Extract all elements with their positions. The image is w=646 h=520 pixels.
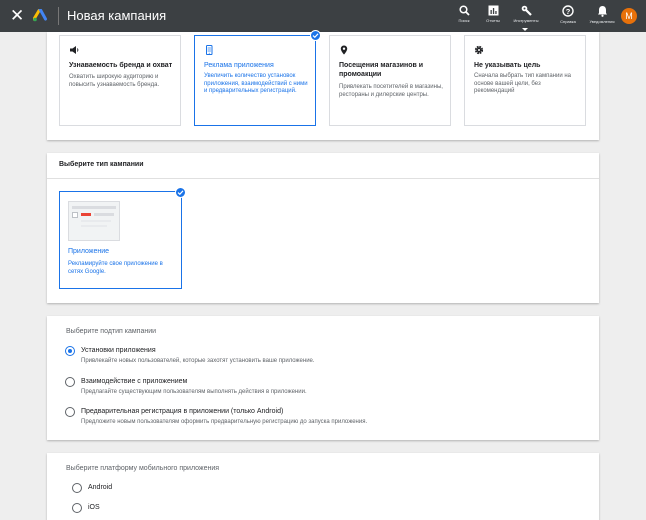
tools-icon	[521, 5, 532, 16]
goal-title: Не указывать цель	[474, 62, 541, 69]
goal-card-brand-awareness[interactable]: Узнаваемость бренда и охват Охватить шир…	[59, 35, 181, 126]
tools-active-caret	[522, 28, 528, 31]
reports-button[interactable]: Отчеты	[476, 5, 510, 24]
top-bar: ✕ Новая кампания Поиск Отчеты Инструмент…	[0, 0, 646, 32]
radio-button[interactable]	[72, 483, 82, 493]
campaign-type-title: Приложение	[68, 248, 110, 255]
illustration-bar	[72, 206, 116, 209]
illustration-box	[72, 212, 78, 218]
illustration-line	[81, 225, 107, 227]
search-icon	[458, 5, 470, 16]
tools-button[interactable]: Инструменты	[509, 5, 543, 24]
avatar[interactable]: М	[621, 8, 637, 24]
help-icon: ?	[562, 5, 574, 17]
radio-label: iOS	[88, 504, 100, 511]
bell-icon	[597, 6, 607, 17]
radio-button[interactable]	[65, 377, 75, 387]
megaphone-icon	[70, 46, 79, 54]
radio-label: Предварительная регистрация в приложении…	[81, 408, 284, 415]
page-title: Новая кампания	[67, 8, 167, 23]
header-divider	[58, 7, 59, 25]
radio-description: Привлекайте новых пользователей, которые…	[81, 358, 315, 364]
close-icon[interactable]: ✕	[10, 7, 24, 24]
illustration-button	[81, 213, 91, 216]
radio-description: Предлагайте существующим пользователям в…	[81, 389, 307, 395]
subtype-header: Выберите подтип кампании	[66, 328, 157, 335]
radio-button[interactable]	[72, 503, 82, 513]
selected-check-icon	[310, 30, 321, 41]
goal-card-app-promotion[interactable]: Реклама приложения Увеличить количество …	[194, 35, 316, 126]
tools-label: Инструменты	[513, 18, 539, 23]
section-divider	[47, 178, 599, 179]
location-pin-icon	[340, 45, 348, 55]
gear-icon	[474, 45, 484, 55]
goal-description: Увеличить количество установок приложени…	[204, 73, 308, 94]
google-ads-logo	[33, 9, 47, 22]
selected-check-icon	[175, 187, 186, 198]
notifications-label: Уведомления	[589, 19, 615, 24]
platform-panel: Выберите платформу мобильного приложения…	[47, 453, 599, 520]
radio-label: Установки приложения	[81, 347, 156, 354]
radio-label: Android	[88, 484, 113, 491]
campaign-subtype-panel: Выберите подтип кампании Установки прило…	[47, 316, 599, 440]
radio-button[interactable]	[65, 346, 75, 356]
goal-title: Реклама приложения	[204, 62, 274, 69]
phone-icon	[206, 45, 213, 55]
goal-title: Посещения магазинов и промоакции	[339, 62, 424, 78]
campaign-type-description: Рекламируйте свое приложение в сетях Goo…	[68, 261, 163, 275]
goal-card-no-goal[interactable]: Не указывать цель Сначала выбрать тип ка…	[464, 35, 586, 126]
goal-description: Сначала выбрать тип кампании на основе в…	[474, 73, 571, 94]
reports-icon	[488, 5, 498, 16]
campaign-goals-panel: Узнаваемость бренда и охват Охватить шир…	[47, 30, 599, 140]
notifications-button[interactable]: Уведомления	[585, 5, 619, 25]
goal-card-store-visits[interactable]: Посещения магазинов и промоакции Привлек…	[329, 35, 451, 126]
campaign-type-card-app[interactable]: Приложение Рекламируйте свое приложение …	[59, 191, 182, 289]
goal-title: Узнаваемость бренда и охват	[69, 62, 173, 69]
illustration-line	[81, 220, 111, 222]
radio-label: Взаимодействие с приложением	[81, 378, 188, 385]
help-label: Справка	[560, 19, 576, 24]
app-campaign-illustration	[68, 201, 120, 241]
goal-description: Привлекать посетителей в магазины, ресто…	[339, 84, 443, 98]
radio-description: Предложите новым пользователям оформить …	[81, 419, 368, 425]
help-button[interactable]: ? Справка	[551, 5, 585, 25]
illustration-line	[94, 213, 114, 216]
section-title: Выберите тип кампании	[59, 161, 144, 168]
platform-header: Выберите платформу мобильного приложения	[66, 465, 220, 472]
svg-text:?: ?	[566, 7, 571, 16]
radio-button[interactable]	[65, 407, 75, 417]
goal-description: Охватить широкую аудиторию и повысить уз…	[69, 74, 160, 88]
campaign-type-panel: Выберите тип кампании Приложение Реклами…	[47, 153, 599, 303]
reports-label: Отчеты	[486, 18, 500, 23]
